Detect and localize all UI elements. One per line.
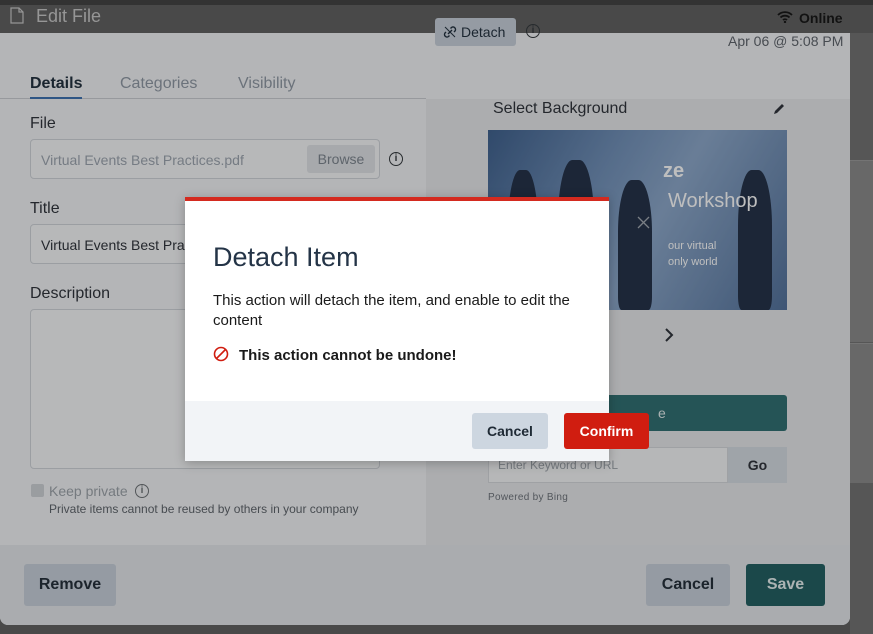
close-icon[interactable] [637, 216, 650, 229]
dialog-confirm-button[interactable]: Confirm [564, 413, 649, 449]
detach-item-dialog: Detach Item This action will detach the … [185, 197, 649, 461]
prohibited-icon [213, 346, 229, 362]
dialog-footer: Cancel Confirm [185, 401, 649, 461]
dialog-warning: This action cannot be undone! [239, 347, 457, 364]
dialog-cancel-button[interactable]: Cancel [472, 413, 548, 449]
dialog-message: This action will detach the item, and en… [213, 292, 570, 329]
dialog-title: Detach Item [213, 242, 359, 272]
